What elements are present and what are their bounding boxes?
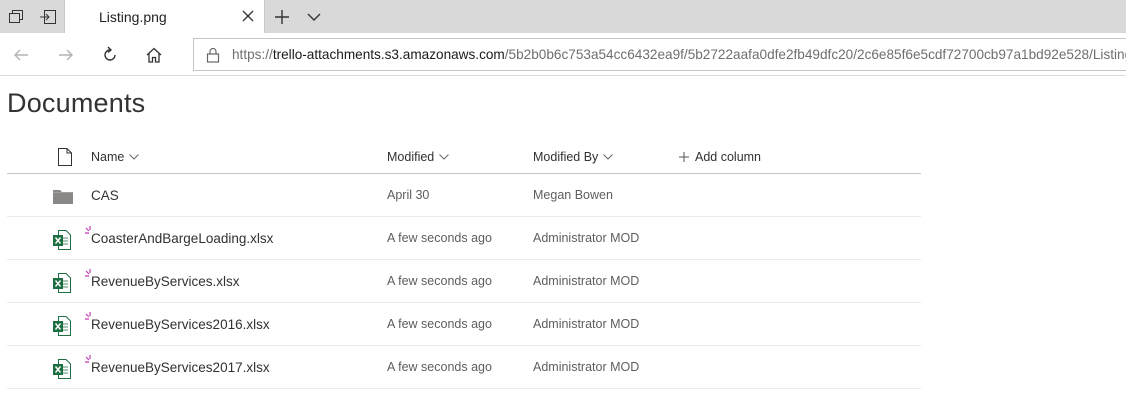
- file-name[interactable]: RevenueByServices.xlsx: [91, 274, 240, 289]
- column-header-name[interactable]: Name: [91, 150, 140, 164]
- url-path: /5b2b0b6c753a54cc6432ea9f/5b2722aafa0dfe…: [504, 47, 1126, 62]
- add-column-label: Add column: [695, 150, 762, 164]
- excel-file-icon: [53, 359, 71, 379]
- file-type-icon[interactable]: [57, 148, 73, 166]
- folder-icon: [53, 190, 73, 204]
- file-name[interactable]: RevenueByServices2017.xlsx: [91, 360, 270, 375]
- modified-date: A few seconds ago: [387, 231, 492, 245]
- list-item[interactable]: CAS April 30 Megan Bowen: [7, 174, 921, 217]
- excel-file-icon: [53, 316, 71, 336]
- arrow-left-icon: [14, 49, 28, 61]
- tab-title: Listing.png: [99, 9, 167, 25]
- arrow-right-icon: [59, 49, 73, 61]
- set-tabs-aside-icon[interactable]: [32, 0, 63, 33]
- url-protocol: https://: [232, 47, 273, 62]
- tab-actions-icon[interactable]: [0, 0, 31, 33]
- column-header-name-label: Name: [91, 150, 125, 164]
- modified-date: A few seconds ago: [387, 317, 492, 331]
- chevron-down-icon: [603, 154, 614, 160]
- lock-icon[interactable]: [206, 47, 220, 63]
- refresh-icon: [104, 46, 116, 61]
- modified-by: Administrator MOD: [533, 274, 640, 288]
- refresh-button[interactable]: [98, 43, 122, 67]
- file-name[interactable]: CoasterAndBargeLoading.xlsx: [91, 231, 273, 246]
- active-tab[interactable]: Listing.png: [64, 0, 265, 33]
- modified-date: A few seconds ago: [387, 274, 492, 288]
- list-item[interactable]: RevenueByServices2016.xlsx A few seconds…: [7, 303, 921, 346]
- url-host: trello-attachments.s3.amazonaws.com: [272, 47, 505, 62]
- back-button[interactable]: [9, 43, 33, 67]
- chevron-down-icon: [129, 154, 140, 160]
- modified-date: April 30: [387, 188, 430, 202]
- new-tab-icon[interactable]: [272, 7, 292, 27]
- modified-date: A few seconds ago: [387, 360, 492, 374]
- file-name[interactable]: CAS: [91, 188, 119, 203]
- tab-strip: Listing.png: [0, 0, 1126, 33]
- file-name[interactable]: RevenueByServices2016.xlsx: [91, 317, 270, 332]
- modified-by: Administrator MOD: [533, 360, 640, 374]
- list-item[interactable]: RevenueByServices.xlsx A few seconds ago…: [7, 260, 921, 303]
- list-item[interactable]: RevenueByServices2017.xlsx A few seconds…: [7, 346, 921, 389]
- modified-by: Administrator MOD: [533, 317, 640, 331]
- home-button[interactable]: [142, 43, 166, 67]
- column-header-modified[interactable]: Modified: [387, 150, 450, 164]
- column-header-modified-by[interactable]: Modified By: [533, 150, 614, 164]
- url-text: https://trello-attachments.s3.amazonaws.…: [232, 47, 1126, 62]
- column-header-modified-label: Modified: [387, 150, 435, 164]
- document-list: Name Modified Modified By Add column CAS…: [7, 140, 921, 389]
- address-bar[interactable]: https://trello-attachments.s3.amazonaws.…: [193, 38, 1126, 71]
- modified-by: Megan Bowen: [533, 188, 613, 202]
- list-item[interactable]: CoasterAndBargeLoading.xlsx A few second…: [7, 217, 921, 260]
- chevron-down-icon[interactable]: [305, 8, 323, 26]
- chevron-down-icon: [439, 154, 450, 160]
- excel-file-icon: [53, 273, 71, 293]
- forward-button[interactable]: [54, 43, 78, 67]
- close-tab-icon[interactable]: [240, 8, 256, 24]
- home-icon: [146, 47, 162, 63]
- list-header: Name Modified Modified By Add column: [7, 140, 921, 174]
- excel-file-icon: [53, 230, 71, 250]
- page-title: Documents: [7, 88, 146, 118]
- modified-by: Administrator MOD: [533, 231, 640, 245]
- column-header-modified-by-label: Modified By: [533, 150, 599, 164]
- add-column-button[interactable]: Add column: [679, 150, 761, 164]
- navigation-bar: https://trello-attachments.s3.amazonaws.…: [0, 33, 1126, 76]
- plus-icon: [679, 152, 689, 162]
